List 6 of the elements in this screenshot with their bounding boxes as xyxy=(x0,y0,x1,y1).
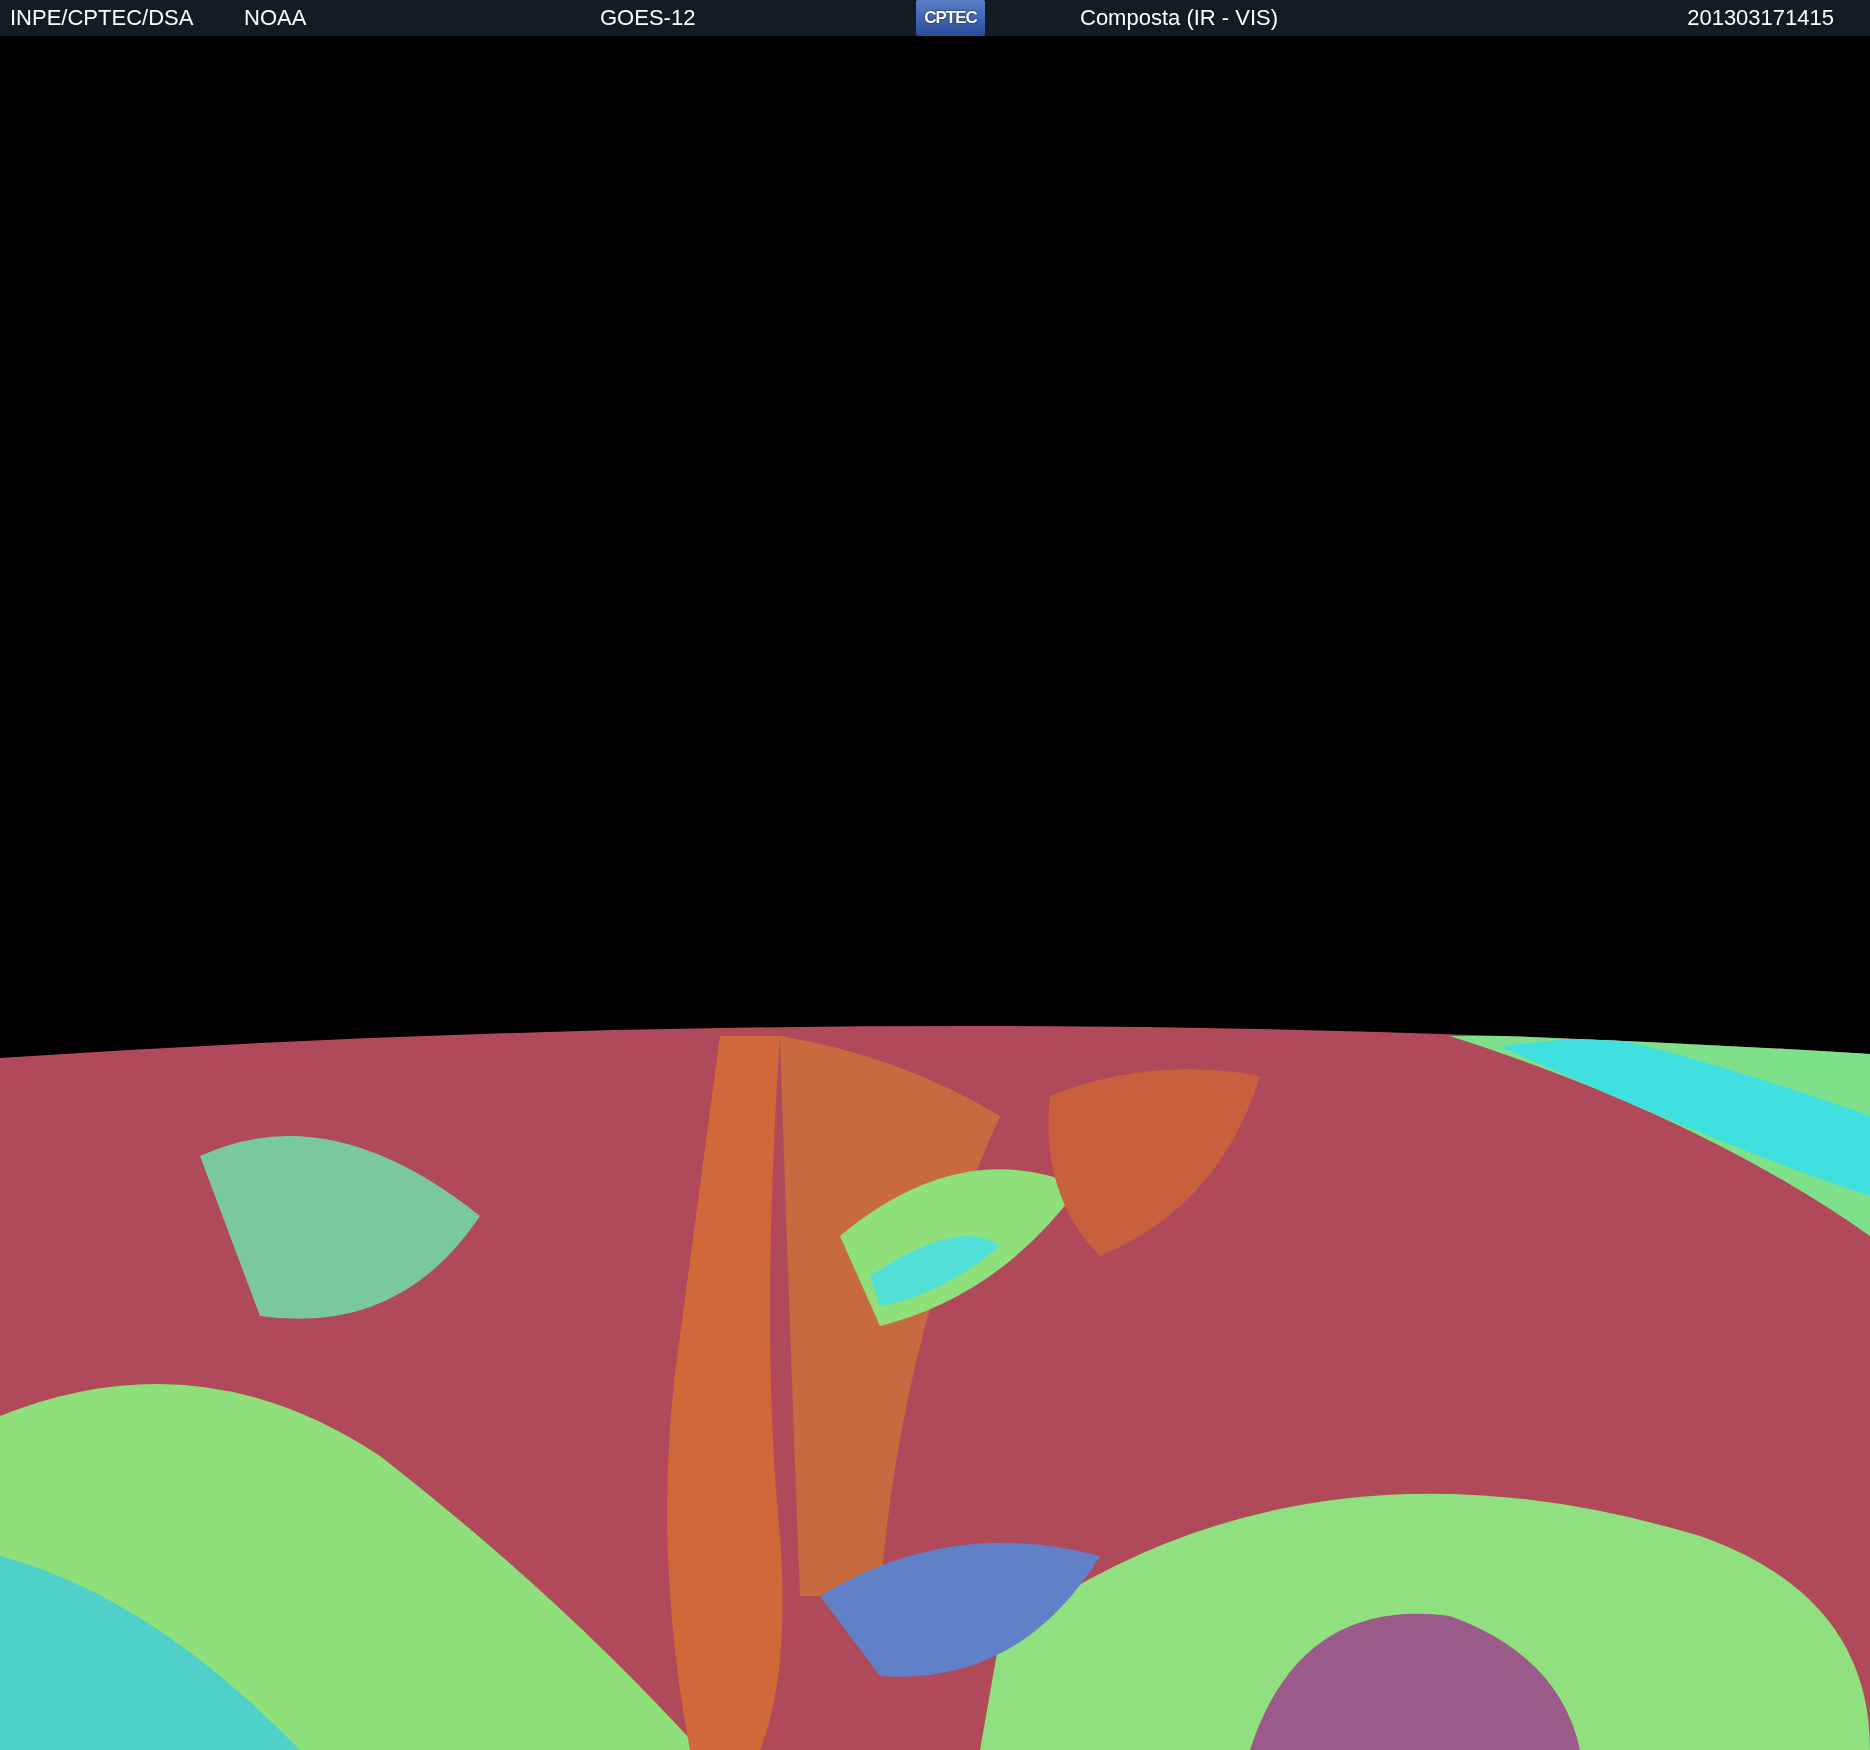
cptec-logo: CPTEC xyxy=(916,0,985,36)
header-label: Composta (IR - VIS) xyxy=(1080,5,1280,31)
header-label: 201303171415 xyxy=(1687,5,1834,31)
header-label: NOAA xyxy=(244,5,308,31)
header-label: INPE/CPTEC/DSA xyxy=(10,5,195,31)
header-label: GOES-12 xyxy=(600,5,697,31)
